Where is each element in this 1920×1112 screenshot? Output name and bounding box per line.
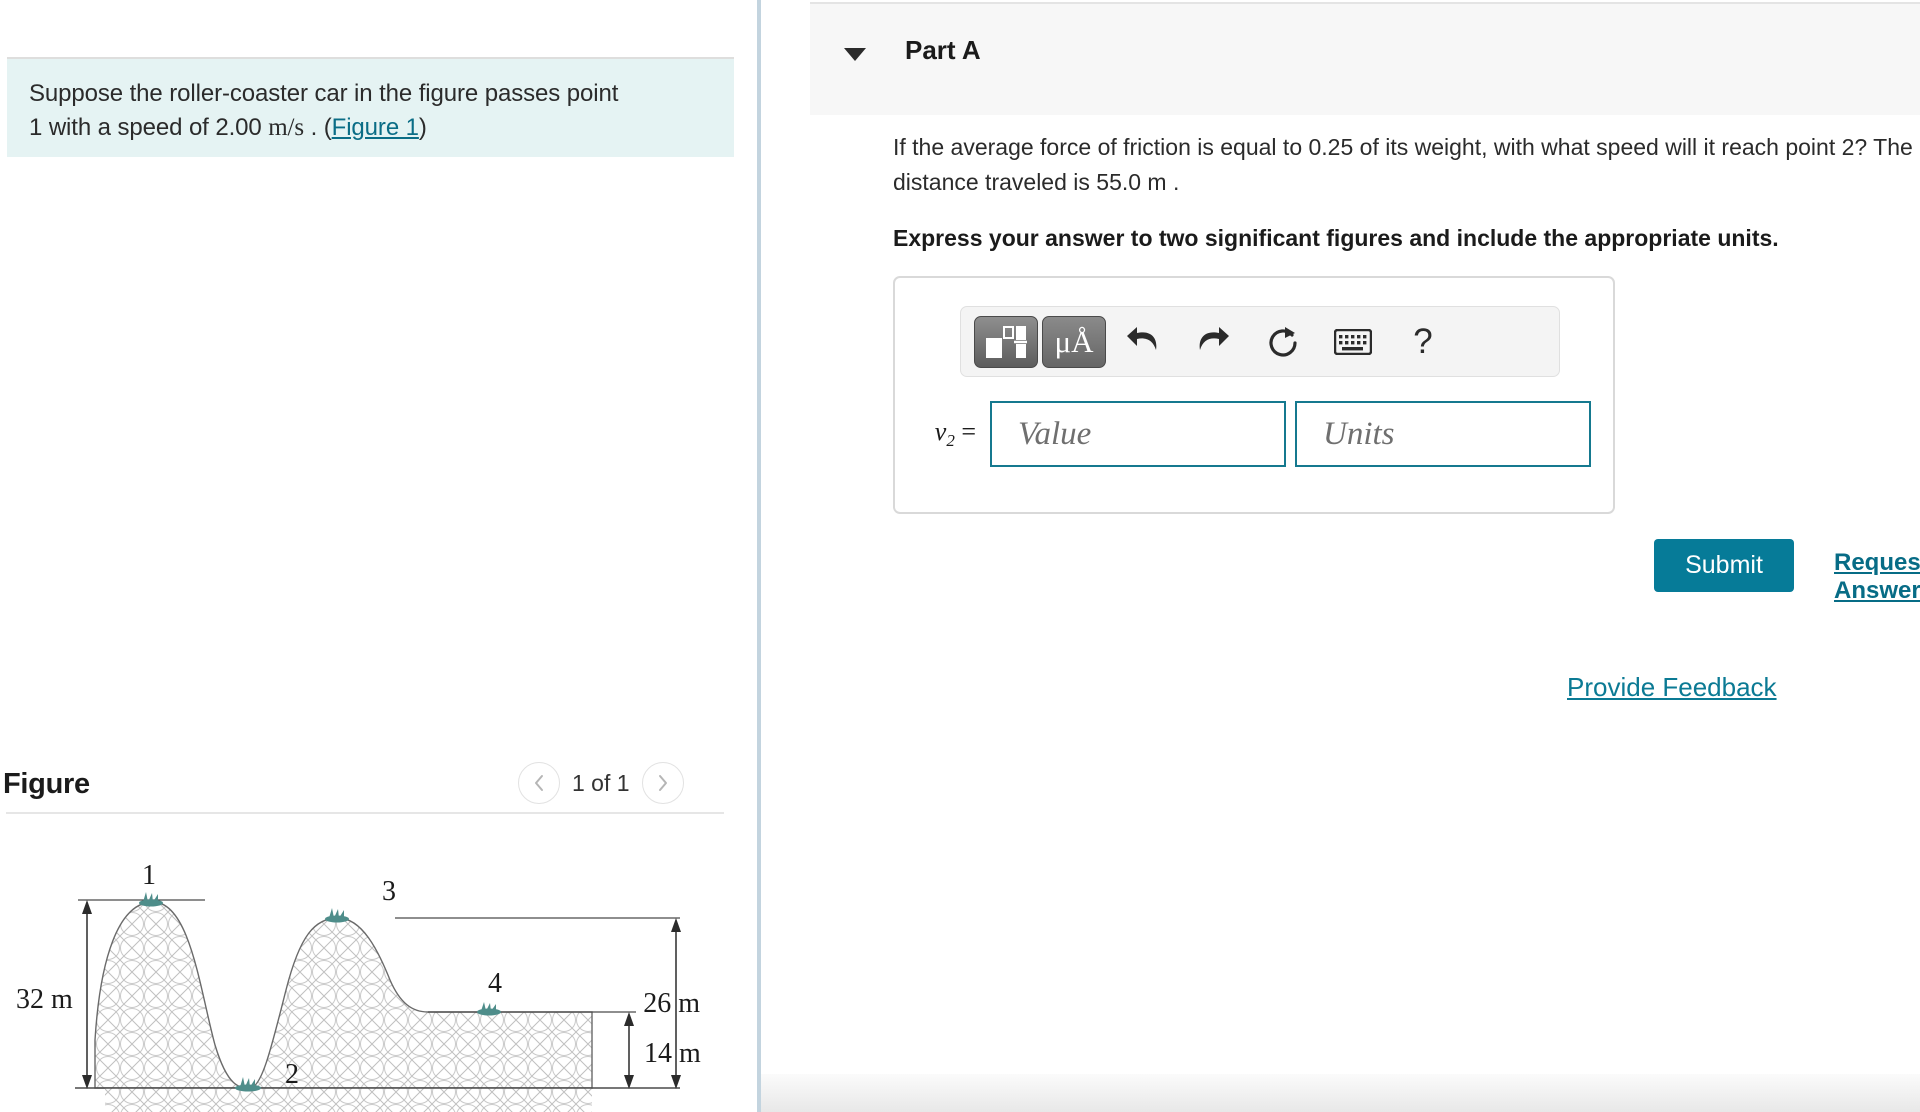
footer-band (761, 1074, 1920, 1112)
part-a-question-text: If the average force of friction is equa… (893, 134, 1913, 195)
point-label-1: 1 (142, 860, 156, 891)
help-button[interactable]: ? (1390, 316, 1456, 368)
point-label-3: 3 (382, 876, 396, 907)
figure-section-title: Figure (3, 768, 90, 800)
dimension-14m (624, 1012, 634, 1089)
answer-variable-label: v2 = (907, 417, 990, 451)
grass-tuft-point-3 (325, 908, 349, 923)
math-editor-toolbar: μÅ ? (960, 306, 1560, 377)
right-pane: Part A If the average force of friction … (761, 0, 1920, 1112)
undo-arrow-icon (1127, 326, 1157, 350)
request-answer-link[interactable]: Request Answer (1834, 549, 1920, 605)
part-a-instruction-text: Express your answer to two significant f… (893, 225, 1779, 251)
submit-button[interactable]: Submit (1654, 539, 1794, 592)
figure-image[interactable]: 32 m 26 m 14 m 1 2 3 4 (0, 840, 730, 1112)
figure-pager-label: 1 of 1 (572, 769, 630, 796)
problem-line-2-mid: . ( (304, 114, 332, 141)
units-button[interactable]: μÅ (1042, 315, 1106, 368)
terrain-base (105, 1088, 592, 1112)
chevron-right-icon (659, 775, 668, 791)
chevron-left-icon (534, 775, 543, 791)
terrain-upper (94, 901, 593, 1089)
page-root: Suppose the roller-coaster car in the fi… (0, 0, 1920, 1112)
figure-1-link[interactable]: Figure 1 (332, 114, 419, 141)
keyboard-icon (1334, 328, 1372, 355)
problem-line-2-prefix: 1 with a speed of 2.00 (29, 114, 269, 141)
figure-divider-rule (6, 812, 724, 814)
redo-arrow-icon (1199, 326, 1229, 350)
problem-statement-box: Suppose the roller-coaster car in the fi… (7, 57, 734, 157)
caret-down-icon[interactable] (844, 48, 866, 61)
part-a-header[interactable]: Part A (810, 2, 1920, 115)
value-input[interactable]: Value (990, 401, 1286, 467)
figure-prev-button[interactable] (518, 762, 560, 804)
units-input-placeholder: Units (1323, 415, 1395, 452)
figure-header: Figure 1 of 1 (0, 762, 730, 830)
point-label-2: 2 (285, 1059, 299, 1090)
grass-tuft-point-1 (139, 892, 163, 907)
equals-sign: = (961, 416, 976, 446)
dimension-32m (82, 900, 92, 1089)
dimension-label-26m: 26 m (643, 988, 700, 1019)
answer-input-panel: μÅ ? v2 = Value Units (893, 276, 1615, 514)
reset-button[interactable] (1250, 316, 1316, 368)
grass-tuft-point-4 (477, 1002, 501, 1016)
roller-coaster-diagram-svg: 32 m 26 m 14 m 1 2 3 4 (16, 860, 701, 1112)
variable-subscript: 2 (946, 431, 955, 451)
dimension-label-14m: 14 m (644, 1038, 701, 1069)
math-templates-button[interactable] (974, 315, 1038, 368)
part-a-title: Part A (905, 35, 981, 65)
units-input[interactable]: Units (1295, 401, 1591, 467)
figure-pager: 1 of 1 (518, 762, 684, 804)
value-input-placeholder: Value (1018, 415, 1092, 452)
problem-line-2-suffix: ) (418, 114, 427, 141)
figure-next-button[interactable] (641, 762, 684, 804)
point-label-4: 4 (488, 968, 502, 999)
problem-statement-text: Suppose the roller-coaster car in the fi… (29, 77, 712, 145)
left-pane: Suppose the roller-coaster car in the fi… (0, 0, 758, 1112)
undo-button[interactable] (1110, 316, 1176, 368)
answer-entry-row: v2 = Value Units (907, 398, 1607, 470)
dimension-label-32m: 32 m (16, 984, 73, 1015)
template-boxes-icon (986, 325, 1027, 358)
redo-button[interactable] (1180, 316, 1246, 368)
provide-feedback-link[interactable]: Provide Feedback (1567, 672, 1777, 703)
speed-units: m/s (268, 114, 305, 141)
reset-circular-arrow-icon (1269, 326, 1297, 357)
variable-name: v (934, 416, 947, 446)
keyboard-button[interactable] (1320, 316, 1386, 368)
problem-line-1: Suppose the roller-coaster car in the fi… (29, 80, 619, 107)
units-button-label: μÅ (1054, 324, 1094, 359)
